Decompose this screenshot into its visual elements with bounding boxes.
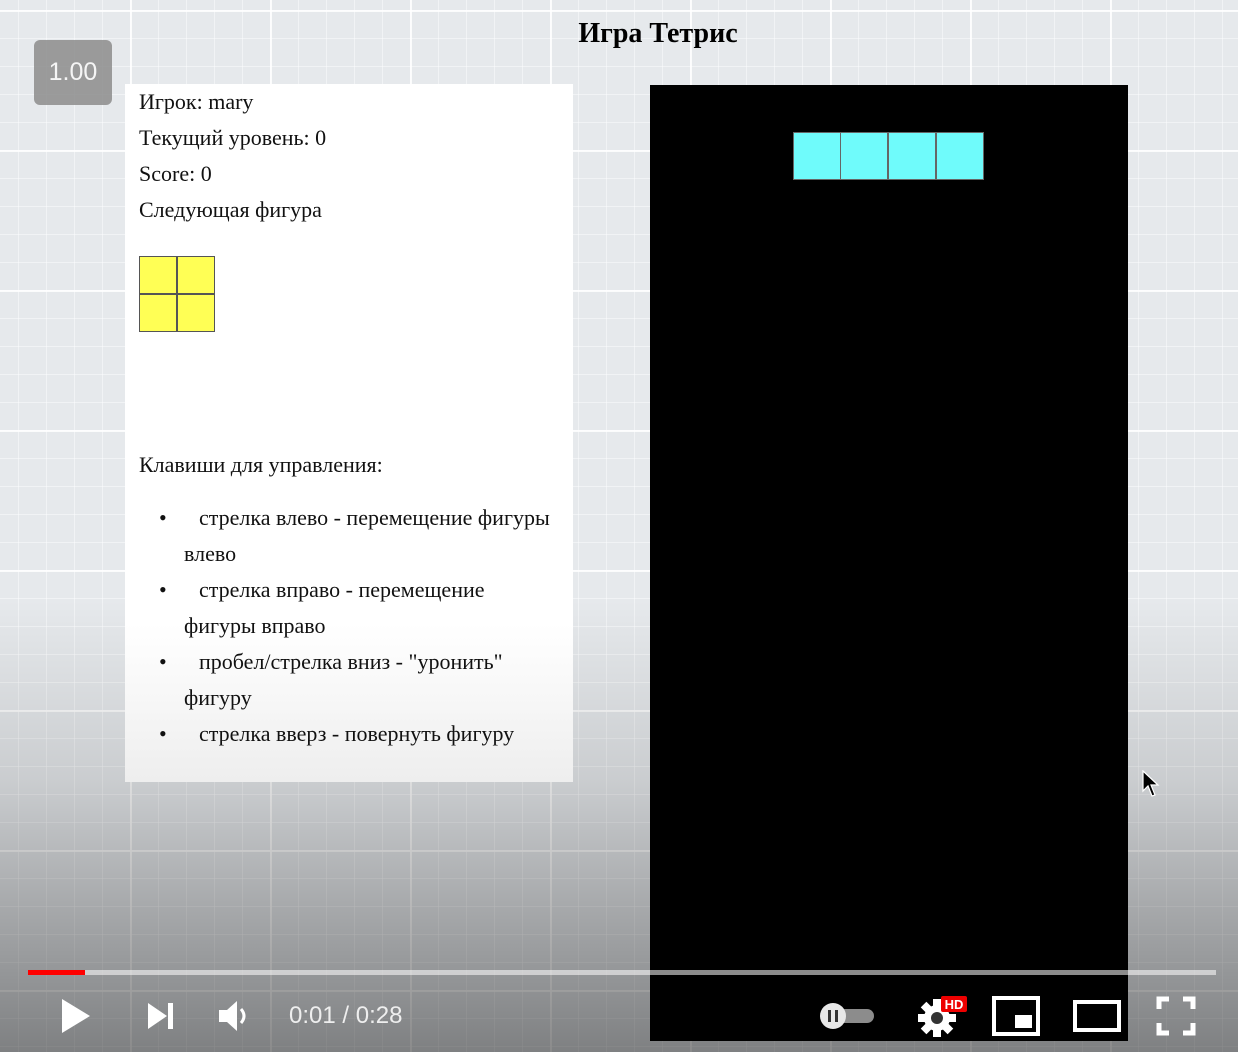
controls-title: Клавиши для управления: [139, 452, 383, 477]
theater-mode-button[interactable] [1070, 995, 1124, 1037]
autoplay-toggle[interactable] [814, 997, 876, 1035]
controls-list-item: пробел/стрелка вниз - "уронить" фигуру [139, 644, 559, 716]
fullscreen-button[interactable] [1152, 995, 1200, 1037]
hd-badge: HD [945, 997, 964, 1012]
volume-button[interactable] [210, 995, 258, 1037]
current-level: Текущий уровень: 0 [139, 125, 327, 150]
page-title: Игра Тетрис [578, 18, 738, 49]
controls-list: стрелка влево - перемещение фигуры влево… [139, 500, 559, 752]
theater-mode-icon [1073, 1000, 1121, 1032]
mouse-cursor-icon [1142, 770, 1160, 797]
next-icon [148, 1003, 173, 1029]
info-panel: Игрок: mary Текущий уровень: 0 Score: 0 … [125, 84, 573, 782]
next-piece-cell [177, 294, 215, 332]
playback-speed-badge: 1.00 [34, 40, 112, 105]
falling-piece-cell [936, 132, 984, 180]
controls-list-item: стрелка вверз - повернуть фигуру [139, 716, 559, 752]
settings-button[interactable]: HD [912, 993, 970, 1039]
score: Score: 0 [139, 161, 212, 186]
miniplayer-button[interactable] [990, 995, 1042, 1037]
play-icon [62, 999, 90, 1033]
next-piece-cell [139, 294, 177, 332]
falling-piece-cell [793, 132, 841, 180]
time-display: 0:01 / 0:28 [289, 1002, 403, 1029]
fullscreen-icon [1156, 996, 1196, 1036]
player-name: Игрок: mary [139, 89, 254, 114]
play-button[interactable] [50, 995, 100, 1037]
miniplayer-icon [992, 996, 1040, 1036]
settings-icon: HD [918, 996, 967, 1037]
video-controls-bar: HD [0, 975, 1238, 1052]
next-piece-preview [139, 256, 215, 332]
volume-icon [219, 1001, 246, 1031]
controls-list-item: стрелка влево - перемещение фигуры влево [139, 500, 559, 572]
autoplay-toggle-icon [820, 1003, 874, 1029]
controls-list-item: стрелка вправо - перемещение фигуры впра… [139, 572, 559, 644]
falling-piece-cell [888, 132, 936, 180]
game-board[interactable] [650, 85, 1128, 1041]
falling-piece-cell [840, 132, 888, 180]
next-button[interactable] [138, 995, 182, 1037]
next-piece-label: Следующая фигура [139, 197, 322, 222]
next-piece-cell [139, 256, 177, 294]
next-piece-cell [177, 256, 215, 294]
